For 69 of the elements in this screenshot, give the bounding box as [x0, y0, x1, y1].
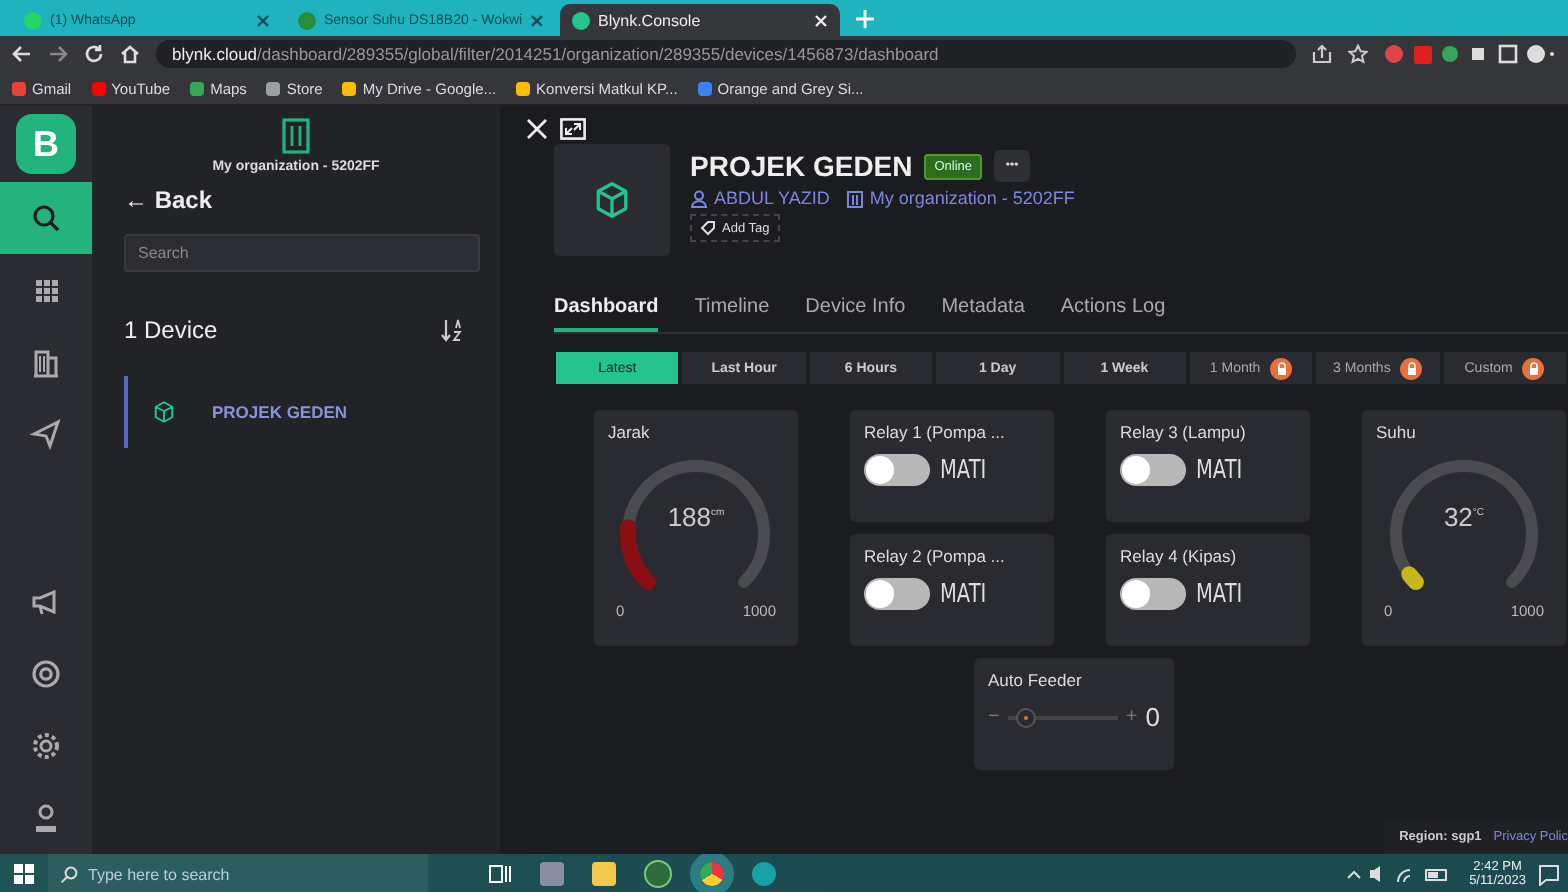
- switch-state: MATI: [1196, 579, 1243, 609]
- share-icon[interactable]: [1312, 44, 1332, 64]
- star-icon[interactable]: [1348, 44, 1368, 64]
- widget-title: Relay 1 (Pompa ...: [864, 422, 1007, 442]
- user-icon: [690, 189, 708, 207]
- building-icon: [30, 346, 62, 378]
- search-field[interactable]: Search: [124, 234, 480, 272]
- home-icon[interactable]: [120, 44, 140, 64]
- widget-title: Relay 3 (Lampu): [1120, 422, 1248, 442]
- grid-icon: [30, 274, 62, 306]
- slider-value: 0: [1145, 702, 1160, 732]
- notification-icon[interactable]: [1538, 863, 1560, 885]
- megaphone-icon: [30, 586, 62, 618]
- address-bar[interactable]: blynk.cloud/dashboard/289355/global/filter/2014251/organization/289355/devices/1456873/dashboard: [156, 40, 1296, 68]
- gauge-value: 188$^{cm}$: [667, 502, 725, 532]
- reload-icon[interactable]: [84, 44, 104, 64]
- tab[interactable]: Actions Log: [1060, 296, 1166, 332]
- lifebuoy-icon: [30, 658, 62, 690]
- gauge-value: 32$^{°C}$: [1443, 502, 1485, 532]
- new-tab-icon[interactable]: [856, 10, 874, 28]
- browser-icon[interactable]: [700, 862, 724, 886]
- back-link[interactable]: ← Back: [124, 186, 480, 214]
- lock-icon: [1270, 357, 1293, 379]
- app-icon[interactable]: [644, 860, 672, 888]
- back-arrow-icon[interactable]: [12, 44, 32, 64]
- forward-arrow-icon[interactable]: [48, 44, 68, 64]
- favicon-icon: [24, 11, 42, 29]
- building-icon: [282, 118, 310, 154]
- widget-title: Suhu: [1376, 422, 1418, 442]
- task-view-icon[interactable]: [488, 862, 512, 886]
- browser-tab[interactable]: Blynk.Console: [560, 4, 840, 36]
- widget-title: Relay 2 (Pompa ...: [864, 546, 1007, 566]
- tab[interactable]: Dashboard: [554, 296, 659, 332]
- lock-icon: [1522, 357, 1545, 379]
- tag-icon: [700, 220, 716, 236]
- lock-icon: [1400, 357, 1423, 379]
- paper-plane-icon: [30, 418, 62, 450]
- toggle-switch[interactable]: [1120, 578, 1186, 610]
- cube-icon: [592, 180, 632, 220]
- tab[interactable]: Timeline: [694, 296, 770, 332]
- switch-state: MATI: [1196, 455, 1243, 485]
- user-icon: [30, 802, 62, 834]
- toggle-switch[interactable]: [1120, 454, 1186, 486]
- sort-icon[interactable]: [440, 318, 464, 342]
- search-nav-item[interactable]: [0, 182, 92, 254]
- tab[interactable]: Metadata: [941, 296, 1025, 332]
- toggle-switch[interactable]: [864, 578, 930, 610]
- device-name: PROJEK GEDEN: [690, 150, 913, 182]
- owner-link[interactable]: ABDUL YAZID: [690, 188, 830, 208]
- device-count: 1 Device: [124, 316, 218, 344]
- organization-link[interactable]: My organization - 5202FF: [845, 188, 1075, 208]
- settings-icon: [30, 730, 62, 762]
- tab[interactable]: Device Info: [805, 296, 906, 332]
- building-icon: [845, 189, 864, 207]
- extension-icons-drawing[interactable]: [1384, 44, 1556, 64]
- widget-title: Auto Feeder: [988, 670, 1084, 690]
- toggle-switch[interactable]: [864, 454, 930, 486]
- search-icon: [30, 202, 62, 234]
- widget-title: Jarak: [608, 422, 652, 442]
- expand-icon[interactable]: [560, 118, 586, 140]
- windows-start-icon[interactable]: [14, 864, 34, 884]
- favicon-icon: [298, 11, 316, 29]
- favicon-icon: [572, 11, 590, 29]
- cube-icon: [152, 400, 176, 424]
- switch-state: MATI: [940, 579, 987, 609]
- taskbar-search-field[interactable]: Type here to search: [48, 854, 428, 892]
- widget-title: Relay 4 (Kipas): [1120, 546, 1239, 566]
- device-list-item[interactable]: PROJEK GEDEN: [124, 376, 480, 448]
- switch-state: MATI: [940, 455, 987, 485]
